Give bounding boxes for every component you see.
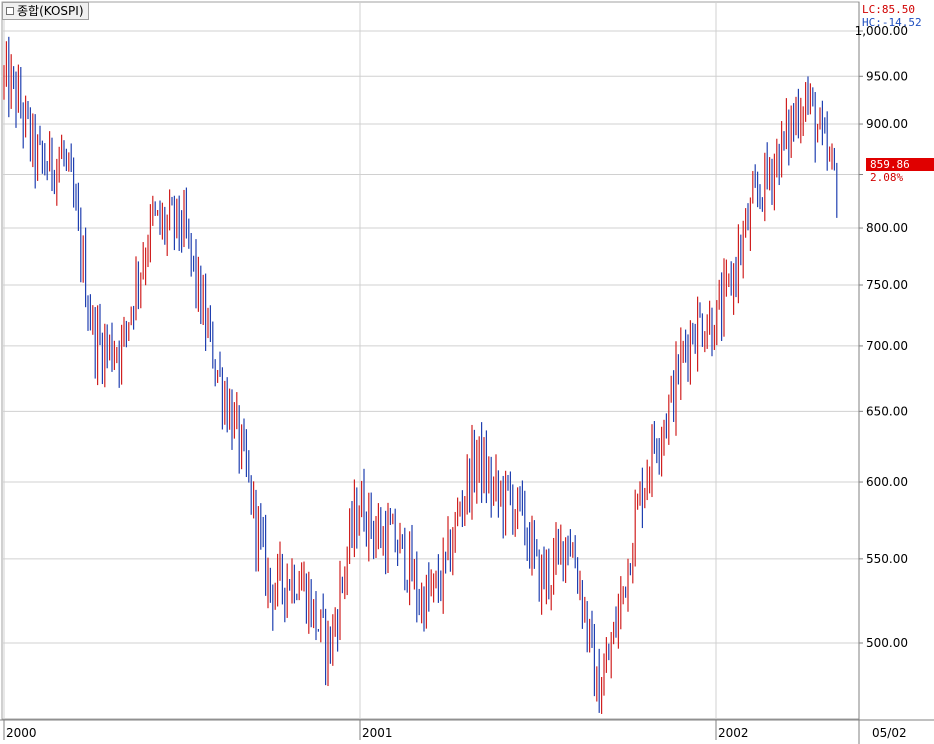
last-price-badge: 859.86 — [866, 158, 934, 171]
x-end-label: 05/02 — [872, 726, 907, 740]
y-tick-label: 500.00 — [866, 636, 908, 650]
y-tick-label: 900.00 — [866, 117, 908, 131]
y-tick-label: 600.00 — [866, 475, 908, 489]
x-tick-label: 2002 — [718, 726, 749, 740]
y-axis-ticks: 1,000.00950.00900.00800.00750.00700.0065… — [855, 24, 908, 650]
y-tick-label: 800.00 — [866, 221, 908, 235]
y-tick-label: 700.00 — [866, 339, 908, 353]
y-tick-label: 950.00 — [866, 69, 908, 83]
lc-indicator: LC:85.50 — [862, 3, 915, 16]
x-axis-ticks: 2000 2001 2002 05/02 — [3, 720, 907, 740]
y-tick-label: 750.00 — [866, 278, 908, 292]
y-tick-label: 550.00 — [866, 552, 908, 566]
x-tick-label: 2000 — [6, 726, 37, 740]
y-tick-label: 650.00 — [866, 404, 908, 418]
price-chart[interactable]: 1,000.00950.00900.00800.00750.00700.0065… — [0, 0, 934, 744]
hc-indicator: HC:-14.52 — [862, 16, 922, 29]
title-square-icon — [6, 7, 14, 15]
chart-title-tab[interactable]: 종합(KOSPI) — [2, 2, 89, 20]
plot-area — [1, 1, 860, 720]
last-change-percent: 2.08% — [870, 171, 904, 184]
chart-title: 종합(KOSPI) — [17, 4, 84, 18]
x-tick-label: 2001 — [362, 726, 393, 740]
